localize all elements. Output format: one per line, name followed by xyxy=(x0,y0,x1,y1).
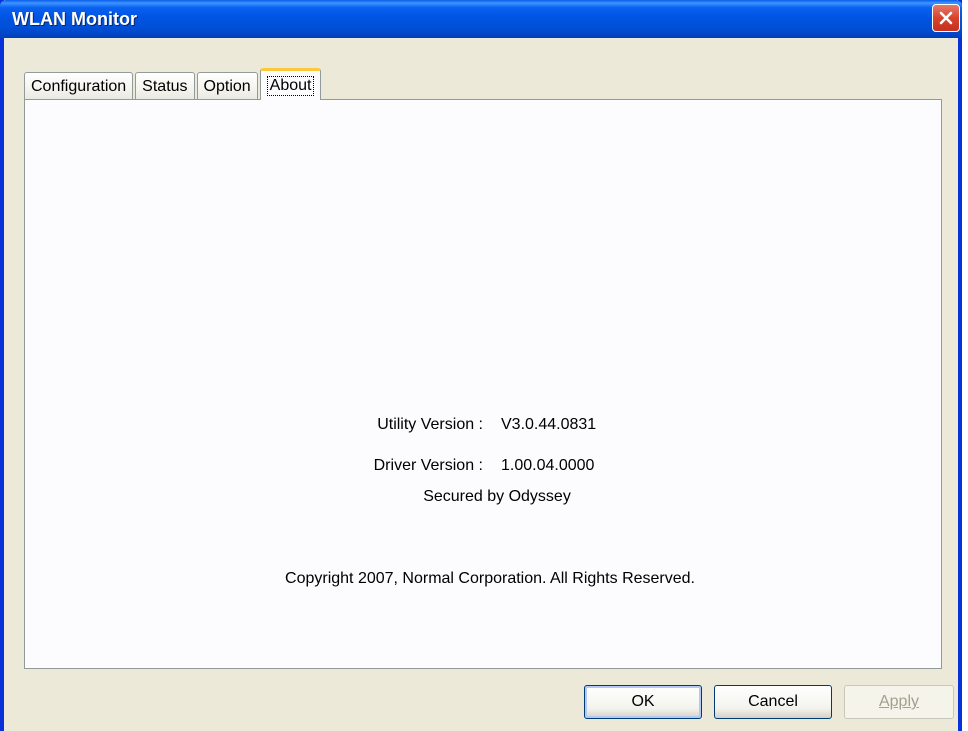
tab-label: Status xyxy=(142,77,188,95)
tab-label: Configuration xyxy=(31,77,127,95)
utility-version-value: V3.0.44.0831 xyxy=(501,416,597,433)
dialog-window: WLAN Monitor Configuration Status Option… xyxy=(0,0,962,731)
apply-button[interactable]: Apply xyxy=(844,685,954,719)
utility-version-row: Utility Version : V3.0.44.0831 xyxy=(25,416,943,438)
cancel-button-label: Cancel xyxy=(748,693,798,710)
tab-label: Option xyxy=(203,77,251,95)
tab-status[interactable]: Status xyxy=(135,72,195,100)
tab-option[interactable]: Option xyxy=(196,72,258,100)
tab-strip: Configuration Status Option About xyxy=(24,68,323,100)
title-bar[interactable]: WLAN Monitor xyxy=(0,0,962,38)
window-title: WLAN Monitor xyxy=(12,9,137,29)
ok-button[interactable]: OK xyxy=(584,685,702,719)
driver-version-label: Driver Version : xyxy=(373,457,483,474)
cancel-button[interactable]: Cancel xyxy=(714,685,832,719)
apply-button-label: Apply xyxy=(878,693,920,710)
driver-version-value: 1.00.04.0000 xyxy=(501,457,595,474)
close-button[interactable] xyxy=(932,4,960,32)
tab-about[interactable]: About xyxy=(259,68,322,100)
tab-configuration[interactable]: Configuration xyxy=(24,72,134,100)
copyright-text: Copyright 2007, Normal Corporation. All … xyxy=(285,570,695,587)
about-panel: Utility Version : V3.0.44.0831 Driver Ve… xyxy=(24,99,942,669)
close-icon xyxy=(938,10,954,26)
driver-version-row: Driver Version : 1.00.04.0000 xyxy=(25,457,943,479)
ok-button-label: OK xyxy=(631,693,655,710)
tab-label: About xyxy=(266,75,315,96)
secured-by-text: Secured by Odyssey xyxy=(423,488,571,505)
utility-version-label: Utility Version : xyxy=(377,416,483,433)
